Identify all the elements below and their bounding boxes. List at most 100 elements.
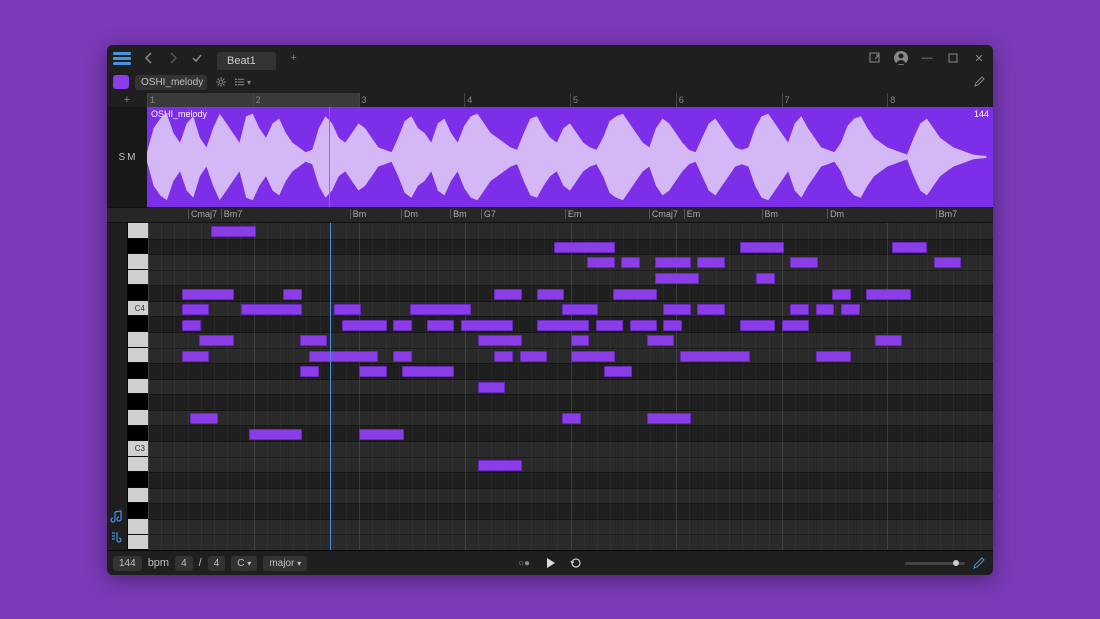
piano-key[interactable]: [128, 472, 148, 488]
midi-note[interactable]: [756, 273, 775, 284]
midi-note[interactable]: [241, 304, 302, 315]
piano-key[interactable]: [128, 410, 148, 426]
midi-note[interactable]: [697, 304, 724, 315]
midi-note[interactable]: [393, 320, 412, 331]
midi-note[interactable]: [816, 351, 852, 362]
midi-note[interactable]: [655, 257, 691, 268]
midi-note[interactable]: [520, 351, 547, 362]
piano-key[interactable]: [128, 363, 148, 379]
midi-note[interactable]: [393, 351, 412, 362]
midi-note[interactable]: [816, 304, 835, 315]
midi-note[interactable]: [537, 320, 590, 331]
midi-note[interactable]: [249, 429, 302, 440]
chord-label[interactable]: Em: [684, 209, 701, 219]
piano-key[interactable]: [128, 332, 148, 348]
midi-note[interactable]: [562, 413, 581, 424]
piano-key[interactable]: [128, 535, 148, 550]
user-icon[interactable]: [893, 50, 909, 66]
chord-label[interactable]: Bm7: [936, 209, 958, 219]
share-icon[interactable]: [867, 50, 883, 66]
chord-label[interactable]: G7: [481, 209, 496, 219]
midi-note[interactable]: [740, 320, 776, 331]
midi-note[interactable]: [934, 257, 961, 268]
check-icon[interactable]: [189, 50, 205, 66]
midi-note[interactable]: [211, 226, 255, 237]
list-icon[interactable]: ▾: [235, 74, 251, 90]
midi-note[interactable]: [571, 335, 590, 346]
project-tab[interactable]: Beat1: [217, 52, 276, 70]
midi-note[interactable]: [537, 289, 564, 300]
midi-note[interactable]: [359, 429, 403, 440]
midi-note[interactable]: [182, 320, 201, 331]
key-select[interactable]: C ▾: [231, 556, 257, 571]
loop-icon[interactable]: [568, 555, 584, 571]
midi-note[interactable]: [655, 273, 699, 284]
midi-note[interactable]: [334, 304, 361, 315]
midi-note[interactable]: [697, 257, 724, 268]
timesig-numerator[interactable]: 4: [175, 556, 193, 571]
midi-note[interactable]: [596, 320, 623, 331]
piano-key[interactable]: [128, 519, 148, 535]
piano-key[interactable]: [128, 426, 148, 442]
midi-note[interactable]: [300, 335, 327, 346]
midi-note[interactable]: [680, 351, 750, 362]
midi-note[interactable]: [841, 304, 860, 315]
chord-label[interactable]: Bm: [450, 209, 467, 219]
list-view-icon[interactable]: [110, 530, 124, 544]
timesig-denominator[interactable]: 4: [208, 556, 226, 571]
midi-note[interactable]: [461, 320, 514, 331]
midi-note[interactable]: [790, 257, 817, 268]
add-row-icon[interactable]: +: [119, 92, 135, 108]
midi-note[interactable]: [478, 382, 505, 393]
midi-note[interactable]: [604, 366, 631, 377]
playhead[interactable]: [329, 107, 330, 207]
midi-note[interactable]: [630, 320, 657, 331]
midi-note[interactable]: [832, 289, 851, 300]
track-color-chip[interactable]: [113, 75, 129, 89]
back-icon[interactable]: [141, 50, 157, 66]
piano-key[interactable]: [128, 457, 148, 473]
record-icon[interactable]: ○●: [516, 555, 532, 571]
app-logo-icon[interactable]: [113, 49, 131, 67]
midi-note[interactable]: [790, 304, 809, 315]
midi-note[interactable]: [587, 257, 614, 268]
edit-icon[interactable]: [971, 555, 987, 571]
zoom-slider[interactable]: [905, 562, 965, 565]
forward-icon[interactable]: [165, 50, 181, 66]
chord-label[interactable]: Bm: [350, 209, 367, 219]
midi-note[interactable]: [283, 289, 302, 300]
piano-key[interactable]: [128, 394, 148, 410]
midi-note[interactable]: [410, 304, 471, 315]
midi-note[interactable]: [359, 366, 386, 377]
midi-note[interactable]: [554, 242, 615, 253]
midi-note[interactable]: [562, 304, 598, 315]
midi-note[interactable]: [866, 289, 910, 300]
piano-key[interactable]: C3: [128, 441, 148, 457]
midi-note[interactable]: [182, 351, 209, 362]
midi-note[interactable]: [613, 289, 657, 300]
piano-key[interactable]: [128, 223, 148, 239]
track-name-field[interactable]: OSHI_melody: [135, 75, 207, 90]
midi-note[interactable]: [494, 351, 513, 362]
chord-label[interactable]: Cmaj7: [188, 209, 217, 219]
piano-key[interactable]: [128, 239, 148, 255]
midi-note[interactable]: [571, 351, 615, 362]
midi-note[interactable]: [663, 320, 682, 331]
close-icon[interactable]: ✕: [971, 50, 987, 66]
midi-note[interactable]: [182, 304, 209, 315]
piano-key[interactable]: [128, 488, 148, 504]
midi-note[interactable]: [740, 242, 784, 253]
waveform-clip[interactable]: OSHI_melody 144: [147, 107, 993, 207]
bpm-value[interactable]: 144: [113, 556, 142, 571]
midi-note[interactable]: [478, 335, 522, 346]
midi-note[interactable]: [621, 257, 640, 268]
midi-note[interactable]: [892, 242, 928, 253]
mute-button[interactable]: M: [127, 152, 135, 163]
chord-label[interactable]: Dm: [827, 209, 844, 219]
midi-note[interactable]: [300, 366, 319, 377]
chord-label[interactable]: Em: [565, 209, 582, 219]
piano-key[interactable]: [128, 379, 148, 395]
piano-key[interactable]: [128, 254, 148, 270]
play-icon[interactable]: [542, 555, 558, 571]
scale-select[interactable]: major ▾: [263, 556, 307, 571]
